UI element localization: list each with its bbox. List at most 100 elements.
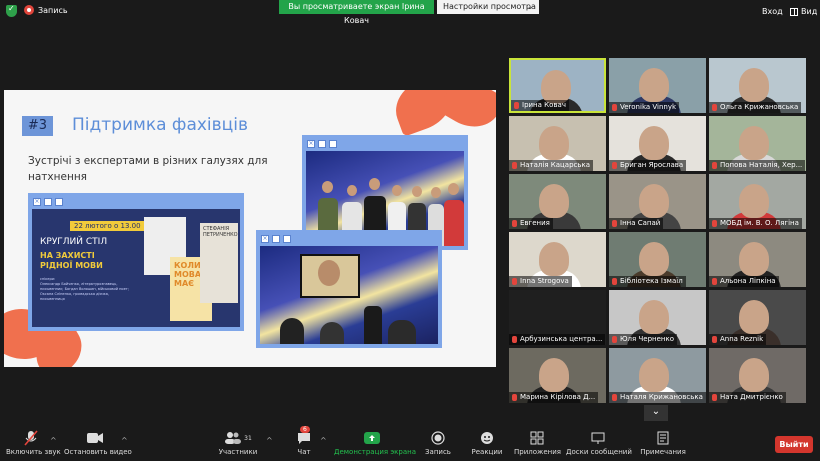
mic-muted-icon — [612, 278, 617, 285]
reactions-button[interactable]: Реакции — [470, 430, 504, 456]
mic-muted-icon — [712, 220, 717, 227]
participant-tile[interactable]: Альона Ліпкіна — [709, 232, 806, 287]
participant-tile[interactable]: Ольга Крижановська — [709, 58, 806, 113]
participant-name: Ольга Крижановська — [709, 102, 802, 113]
participant-video — [539, 358, 569, 392]
mic-muted-icon — [712, 162, 717, 169]
participant-tile[interactable]: Арбузинська центра... — [509, 290, 606, 345]
participant-tile[interactable]: Veronika Vinnyk — [609, 58, 706, 113]
stop-video-button[interactable]: Остановить видео — [64, 430, 132, 456]
speakers-list: Олександр Бойченко, літературознавець, п… — [40, 282, 129, 301]
participant-name: Ірина Ковач — [511, 100, 569, 111]
participant-name: Бриган Ярослава — [609, 160, 687, 171]
person — [412, 186, 422, 197]
participant-video — [739, 242, 769, 276]
share-screen-button[interactable]: Демонстрация экрана — [334, 430, 416, 456]
participant-video — [739, 126, 769, 160]
maximize-icon — [44, 198, 52, 206]
security-shield-icon[interactable] — [6, 4, 17, 17]
minimize-icon — [283, 235, 291, 243]
record-button[interactable]: Запись — [424, 430, 452, 456]
participant-tile[interactable]: Ната Дмитрієнко — [709, 348, 806, 403]
participant-tile[interactable]: Наталя Крижановська — [609, 348, 706, 403]
participant-name-text: Марина Кірілова Д... — [520, 393, 596, 401]
mic-muted-icon — [612, 220, 617, 227]
window-bar: × — [259, 233, 439, 245]
view-options-button[interactable]: Настройки просмотра ⌄ — [437, 0, 539, 14]
participant-name-text: Ірина Ковач — [522, 101, 566, 109]
maximize-icon — [318, 140, 326, 148]
participant-tile[interactable]: Юля Черненко — [609, 290, 706, 345]
person — [318, 260, 340, 286]
participant-name: Ната Дмитрієнко — [709, 392, 786, 403]
participant-tile[interactable]: МОБД ім. В. О. Лягіна — [709, 174, 806, 229]
maximize-icon — [272, 235, 280, 243]
chevron-down-icon[interactable]: ⌄ — [644, 405, 668, 421]
notes-label: Примечания — [640, 448, 686, 456]
participant-name-text: МОБД ім. В. О. Лягіна — [720, 219, 799, 227]
chevron-up-icon[interactable]: ^ — [121, 436, 128, 445]
participant-name-text: Інна Сапай — [620, 219, 661, 227]
mic-muted-icon — [512, 220, 517, 227]
participant-name: Наталя Крижановська — [609, 392, 706, 403]
chat-button[interactable]: 6 Чат — [290, 426, 318, 456]
chevron-up-icon[interactable]: ^ — [320, 436, 327, 445]
share-screen-icon — [334, 430, 410, 446]
whiteboard-icon — [566, 430, 630, 446]
participant-tile[interactable]: Бібліотека Ізмаїл — [609, 232, 706, 287]
participant-name-text: Veronika Vinnyk — [620, 103, 677, 111]
chat-label: Чат — [297, 448, 311, 456]
close-icon: × — [307, 140, 315, 148]
view-button[interactable]: Вид — [790, 7, 817, 16]
person — [388, 320, 416, 344]
participant-name-text: Альона Ліпкіна — [720, 277, 776, 285]
participant-video — [639, 358, 669, 392]
chevron-up-icon[interactable]: ^ — [266, 436, 273, 445]
participant-tile[interactable]: Inna Strogova — [509, 232, 606, 287]
participant-video — [639, 68, 669, 102]
share-banner: Вы просматриваете экран Ірина Ковач — [279, 0, 434, 25]
participant-tile[interactable]: Наталія Кацарська — [509, 116, 606, 171]
participant-name-text: Юля Черненко — [620, 335, 674, 343]
participant-name: Anna Reznik — [709, 334, 767, 345]
participant-tile[interactable]: Anna Reznik — [709, 290, 806, 345]
participant-name-text: Бібліотека Ізмаїл — [620, 277, 683, 285]
notes-button[interactable]: Примечания — [640, 430, 686, 456]
recording-label: Запись — [38, 5, 68, 15]
apps-button[interactable]: Приложения — [514, 430, 561, 456]
participant-tile[interactable]: Ірина Ковач — [509, 58, 606, 113]
video-camera-icon — [64, 430, 126, 446]
participant-name: Юля Черненко — [609, 334, 677, 345]
person — [369, 178, 380, 190]
participant-name-text: Ната Дмитрієнко — [720, 393, 783, 401]
participant-video — [639, 126, 669, 160]
top-bar: Запись Вы просматриваете экран Ірина Ков… — [0, 0, 820, 25]
decor-petal — [436, 90, 496, 138]
participant-tile[interactable]: Марина Кірілова Д... — [509, 348, 606, 403]
window-bar: × — [31, 196, 241, 208]
participants-button[interactable]: 31 Участники — [218, 430, 258, 456]
participant-name: Альона Ліпкіна — [709, 276, 779, 287]
chevron-up-icon[interactable]: ^ — [50, 436, 57, 445]
record-icon — [424, 430, 452, 446]
login-button[interactable]: Вход — [762, 7, 783, 16]
chat-bubble-icon: 6 — [290, 426, 318, 446]
whiteboards-label: Доски сообщений — [566, 448, 632, 456]
participant-name: Інна Сапай — [609, 218, 664, 229]
minimize-icon — [329, 140, 337, 148]
participant-tile[interactable]: Бриган Ярослава — [609, 116, 706, 171]
participant-name-text: Попова Наталія, Хер... — [720, 161, 803, 169]
mic-muted-icon — [712, 336, 717, 343]
participant-tile[interactable]: Інна Сапай — [609, 174, 706, 229]
participant-name: Арбузинська центра... — [509, 334, 606, 345]
unmute-button[interactable]: Включить звук — [6, 430, 61, 456]
participant-video — [739, 300, 769, 334]
participant-tile[interactable]: Евгения — [509, 174, 606, 229]
mic-muted-icon — [512, 162, 517, 169]
participant-tile[interactable]: Попова Наталія, Хер... — [709, 116, 806, 171]
participant-video — [739, 68, 769, 102]
whiteboards-button[interactable]: Доски сообщений — [566, 430, 632, 456]
minimize-icon — [55, 198, 63, 206]
window-bar: × — [305, 138, 465, 150]
leave-button[interactable]: Выйти — [775, 436, 813, 453]
